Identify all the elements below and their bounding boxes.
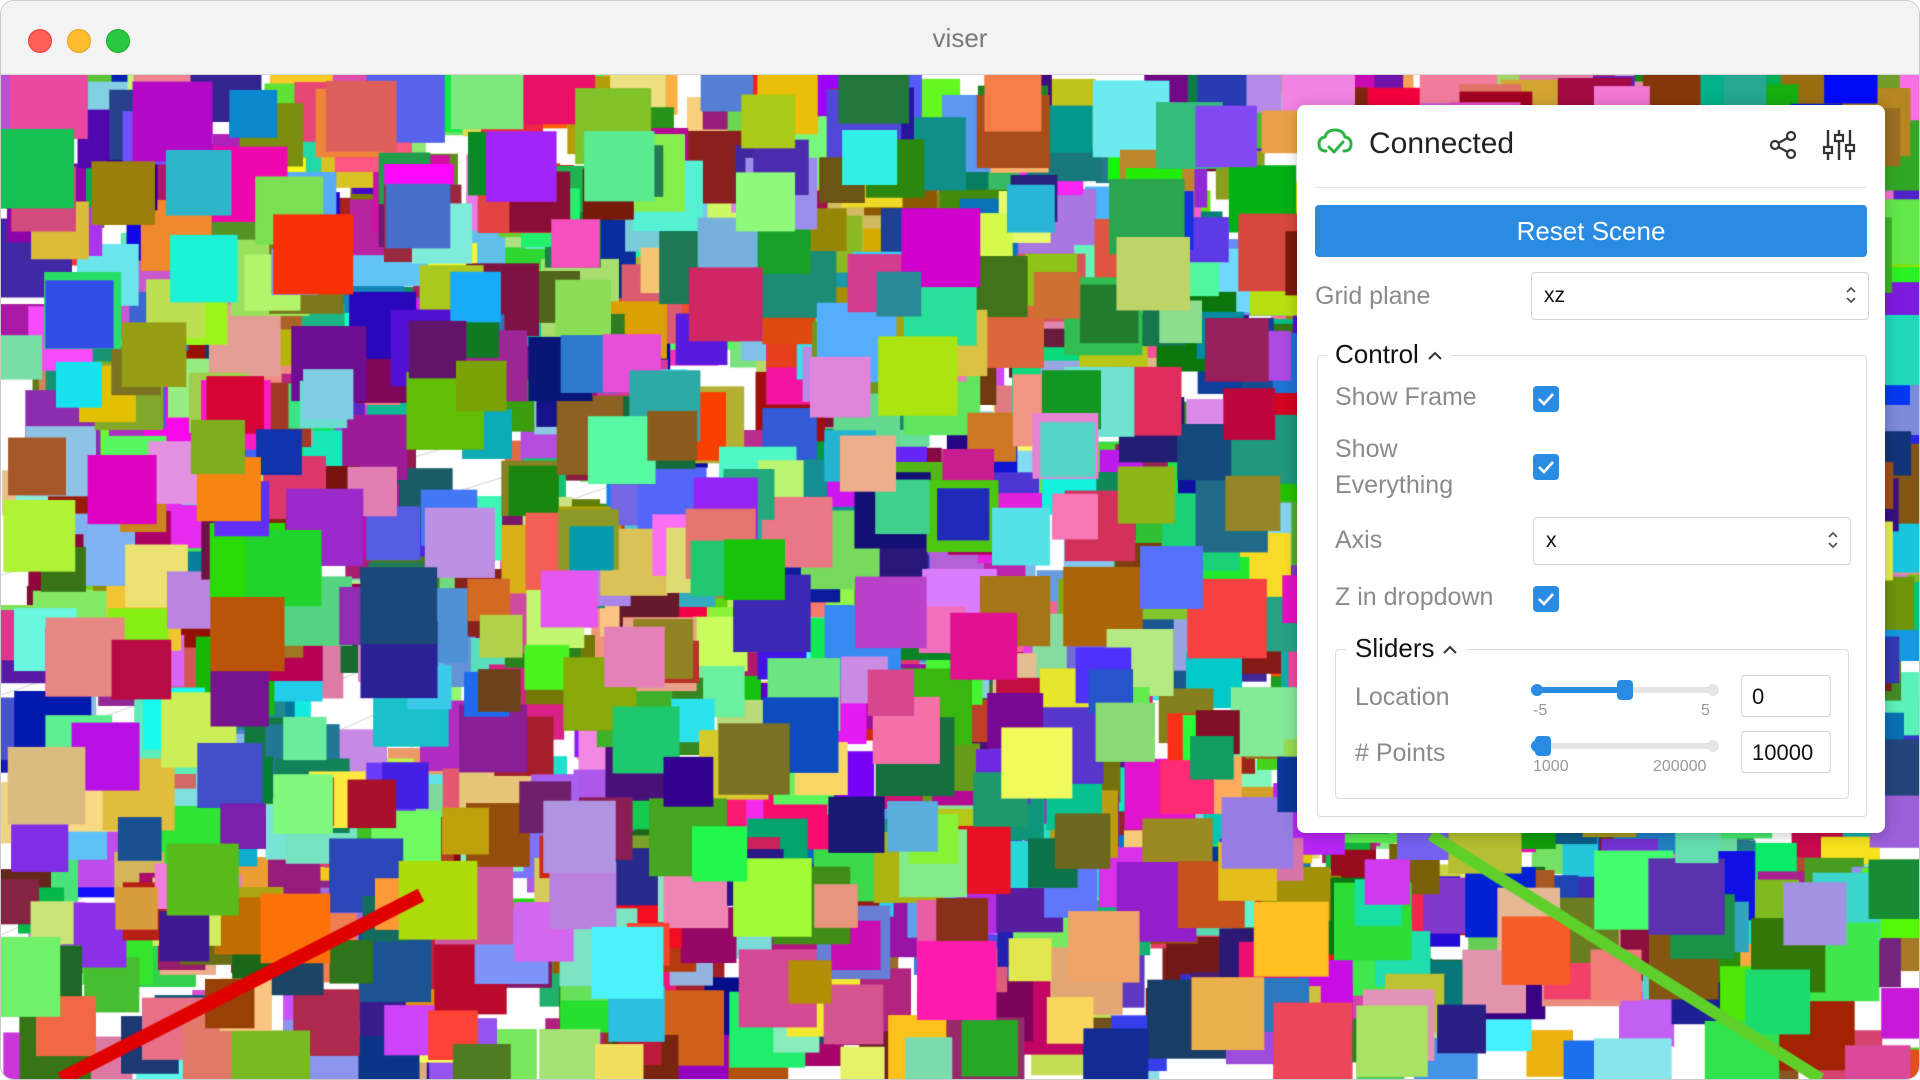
app-window: viser Connected Reset Scene Grid plane x… bbox=[0, 0, 1920, 1080]
sliders-folder bbox=[1335, 649, 1849, 799]
checkmark-icon bbox=[1538, 593, 1554, 606]
header-divider bbox=[1315, 187, 1867, 188]
cloud-check-icon bbox=[1317, 128, 1353, 154]
control-panel: Connected Reset Scene Grid plane xz Cont… bbox=[1297, 105, 1885, 833]
location-input[interactable]: 0 bbox=[1741, 675, 1831, 717]
grid-plane-label: Grid plane bbox=[1315, 282, 1431, 310]
z-in-dropdown-label: Z in dropdown bbox=[1335, 583, 1494, 611]
chevron-up-icon bbox=[1443, 645, 1458, 654]
location-value: 0 bbox=[1752, 684, 1765, 709]
z-in-dropdown-checkbox[interactable] bbox=[1533, 586, 1559, 612]
checkmark-icon bbox=[1538, 393, 1554, 406]
points-input[interactable]: 10000 bbox=[1741, 731, 1831, 773]
control-folder-header[interactable]: Control bbox=[1327, 339, 1451, 370]
sliders-folder-title: Sliders bbox=[1355, 633, 1435, 663]
points-label: # Points bbox=[1355, 739, 1446, 767]
points-max-tick: 200000 bbox=[1653, 758, 1707, 775]
location-max-tick: 5 bbox=[1701, 702, 1710, 719]
axis-select[interactable]: x bbox=[1533, 517, 1851, 565]
checkmark-icon bbox=[1538, 461, 1554, 474]
chevron-up-icon bbox=[1428, 351, 1442, 360]
connection-status: Connected bbox=[1369, 127, 1515, 160]
location-slider-min-dot bbox=[1531, 684, 1543, 696]
window-title: viser bbox=[932, 23, 988, 53]
location-label: Location bbox=[1355, 683, 1450, 711]
chevron-updown-icon bbox=[1828, 531, 1838, 549]
points-slider[interactable] bbox=[1531, 736, 1719, 756]
title-bar: viser bbox=[1, 1, 1919, 75]
sliders-settings-icon[interactable] bbox=[1821, 127, 1857, 163]
panel-header: Connected bbox=[1297, 105, 1885, 185]
axis-value: x bbox=[1546, 529, 1557, 552]
show-everything-checkbox[interactable] bbox=[1533, 454, 1559, 480]
location-slider[interactable] bbox=[1531, 680, 1719, 700]
axis-label: Axis bbox=[1335, 526, 1383, 554]
points-value: 10000 bbox=[1752, 740, 1814, 765]
grid-plane-select[interactable]: xz bbox=[1531, 272, 1869, 320]
show-everything-label-line2: Everything bbox=[1335, 471, 1454, 499]
reset-scene-button[interactable]: Reset Scene bbox=[1315, 205, 1867, 257]
points-slider-thumb[interactable] bbox=[1535, 736, 1552, 756]
control-folder-title: Control bbox=[1335, 339, 1419, 369]
show-frame-label: Show Frame bbox=[1335, 383, 1477, 411]
location-slider-max-dot bbox=[1707, 684, 1719, 696]
sliders-folder-header[interactable]: Sliders bbox=[1347, 633, 1467, 664]
show-frame-checkbox[interactable] bbox=[1533, 386, 1559, 412]
points-min-tick: 1000 bbox=[1533, 758, 1569, 775]
location-min-tick: -5 bbox=[1533, 702, 1548, 719]
show-everything-label-line1: Show bbox=[1335, 435, 1398, 463]
chevron-updown-icon bbox=[1846, 286, 1856, 304]
location-slider-fill bbox=[1535, 687, 1625, 693]
grid-plane-value: xz bbox=[1544, 284, 1565, 307]
share-icon[interactable] bbox=[1767, 129, 1799, 161]
points-slider-max-dot bbox=[1707, 740, 1719, 752]
location-slider-thumb[interactable] bbox=[1617, 680, 1633, 700]
